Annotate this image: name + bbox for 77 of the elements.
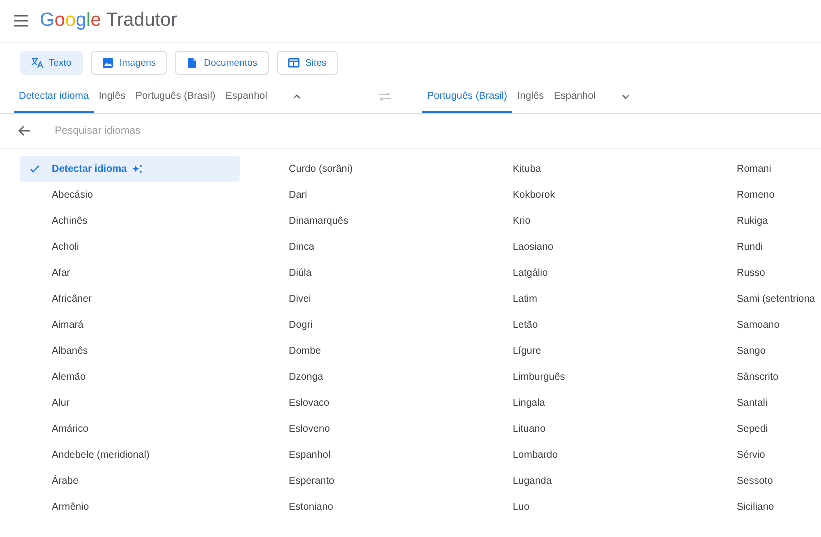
language-option[interactable]: Sami (setentriona: [721, 286, 821, 312]
language-option[interactable]: Samoano: [721, 312, 821, 338]
language-option[interactable]: Letão: [497, 312, 717, 338]
language-option[interactable]: Latgálio: [497, 260, 717, 286]
sparkle-icon: [132, 164, 144, 174]
language-option[interactable]: Eslovaco: [273, 390, 493, 416]
language-option[interactable]: Sérvio: [721, 442, 821, 468]
language-option[interactable]: Sessoto: [721, 468, 821, 494]
language-option[interactable]: Dinca: [273, 234, 493, 260]
language-option[interactable]: Abecásio: [20, 182, 240, 208]
mode-tab[interactable]: Sites: [276, 51, 338, 75]
language-option[interactable]: Detectar idioma: [20, 156, 240, 182]
language-option[interactable]: Dari: [273, 182, 493, 208]
language-option[interactable]: Dombe: [273, 338, 493, 364]
language-tab[interactable]: Português (Brasil): [130, 81, 221, 113]
language-option[interactable]: Sepedi: [721, 416, 821, 442]
language-option[interactable]: Sânscrito: [721, 364, 821, 390]
language-tab[interactable]: Espanhol: [220, 81, 272, 113]
language-option[interactable]: Acholi: [20, 234, 240, 260]
mode-tab[interactable]: Imagens: [90, 51, 168, 75]
document-icon: [186, 57, 198, 69]
language-option[interactable]: Limburguês: [497, 364, 717, 390]
language-option[interactable]: Achinês: [20, 208, 240, 234]
translate-icon: [31, 57, 43, 69]
menu-icon[interactable]: [14, 15, 28, 27]
language-tab[interactable]: Espanhol: [549, 81, 601, 113]
language-option[interactable]: Curdo (sorâni): [273, 156, 493, 182]
language-option[interactable]: Lígure: [497, 338, 717, 364]
language-tab[interactable]: Inglês: [94, 81, 131, 113]
language-option[interactable]: Afar: [20, 260, 240, 286]
language-option[interactable]: Esperanto: [273, 468, 493, 494]
language-option[interactable]: Kokborok: [497, 182, 717, 208]
language-option[interactable]: Armênio: [20, 494, 240, 520]
language-option[interactable]: Espanhol: [273, 442, 493, 468]
language-option[interactable]: Laosiano: [497, 234, 717, 260]
language-option[interactable]: Africâner: [20, 286, 240, 312]
language-tab[interactable]: Português (Brasil): [422, 81, 512, 113]
language-option[interactable]: Luo: [497, 494, 717, 520]
website-icon: [288, 57, 300, 69]
language-option[interactable]: Siciliano: [721, 494, 821, 520]
language-option[interactable]: Latim: [497, 286, 717, 312]
image-icon: [102, 57, 114, 69]
language-option[interactable]: Kituba: [497, 156, 717, 182]
language-option[interactable]: Krio: [497, 208, 717, 234]
language-option[interactable]: Luganda: [497, 468, 717, 494]
language-option[interactable]: Dzonga: [273, 364, 493, 390]
app-logo: Google Tradutor: [40, 10, 178, 32]
language-option[interactable]: Albanês: [20, 338, 240, 364]
language-option[interactable]: Alemão: [20, 364, 240, 390]
language-option[interactable]: Romani: [721, 156, 821, 182]
language-option[interactable]: Estoniano: [273, 494, 493, 520]
language-option[interactable]: Dogri: [273, 312, 493, 338]
language-option[interactable]: Divei: [273, 286, 493, 312]
check-icon: [30, 164, 40, 174]
language-option[interactable]: Andebele (meridional): [20, 442, 240, 468]
language-option[interactable]: Amárico: [20, 416, 240, 442]
language-option[interactable]: Rukiga: [721, 208, 821, 234]
language-option[interactable]: Lingala: [497, 390, 717, 416]
language-option[interactable]: Alur: [20, 390, 240, 416]
language-option[interactable]: Dinamarquês: [273, 208, 493, 234]
language-option[interactable]: Romeno: [721, 182, 821, 208]
language-option[interactable]: Árabe: [20, 468, 240, 494]
language-option[interactable]: Lombardo: [497, 442, 717, 468]
language-option[interactable]: Russo: [721, 260, 821, 286]
language-option[interactable]: Esloveno: [273, 416, 493, 442]
language-option[interactable]: Aimará: [20, 312, 240, 338]
language-option[interactable]: Santali: [721, 390, 821, 416]
mode-tab[interactable]: Documentos: [175, 51, 268, 75]
language-option[interactable]: Diúla: [273, 260, 493, 286]
mode-tab[interactable]: Texto: [20, 51, 83, 75]
back-arrow-icon[interactable]: [18, 125, 31, 137]
language-option[interactable]: Lituano: [497, 416, 717, 442]
language-option[interactable]: Sango: [721, 338, 821, 364]
language-tab[interactable]: Detectar idioma: [14, 81, 94, 113]
language-option[interactable]: Rundi: [721, 234, 821, 260]
language-tab[interactable]: Inglês: [512, 81, 550, 113]
caret-down-icon[interactable]: [620, 92, 631, 102]
